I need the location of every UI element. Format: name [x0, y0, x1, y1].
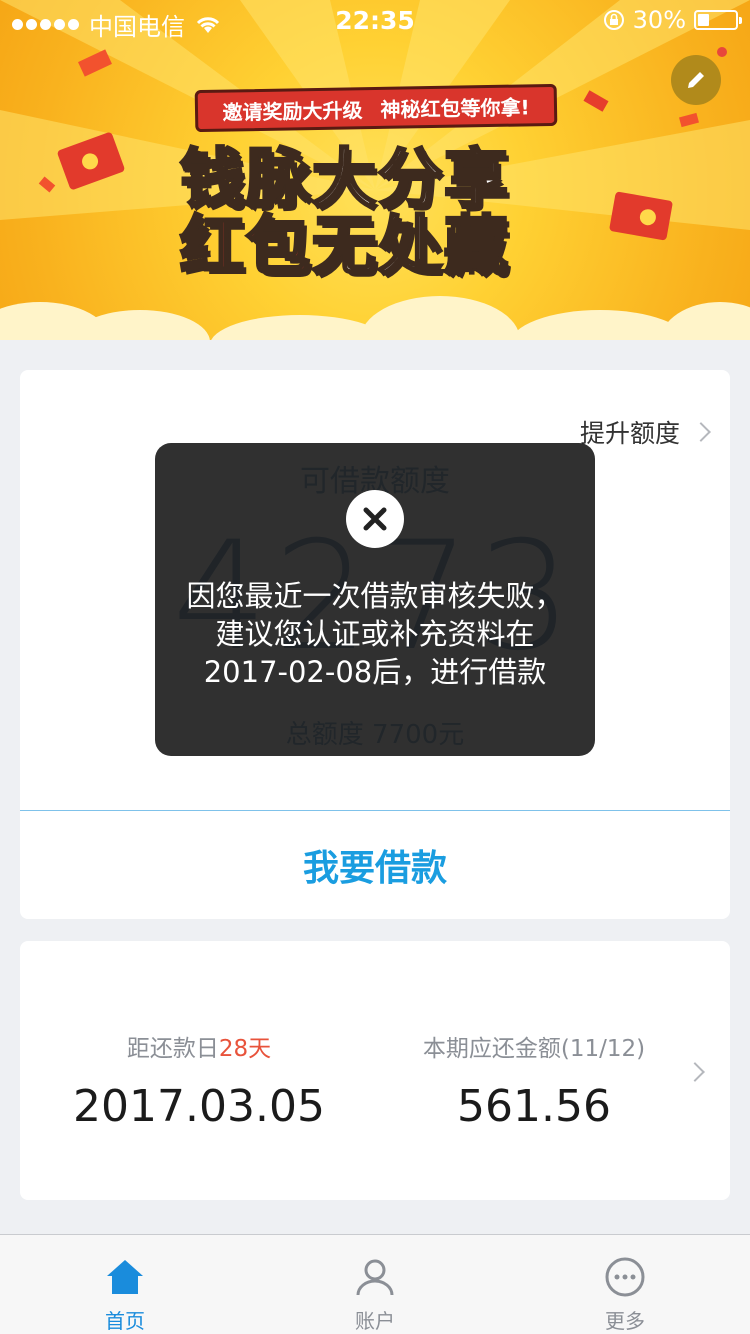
notification-dot	[717, 47, 727, 57]
toast-message: 因您最近一次借款审核失败，建议您认证或补充资料在2017-02-08后，进行借款	[186, 579, 564, 689]
due-date-label: 距还款日28天	[20, 1029, 378, 1063]
status-bar: 中国电信 22:35 30%	[0, 0, 750, 41]
tab-home-label: 首页	[105, 1309, 145, 1333]
error-toast: 因您最近一次借款审核失败，建议您认证或补充资料在2017-02-08后，进行借款	[155, 443, 595, 756]
due-label-prefix: 距还款日	[126, 1036, 219, 1062]
battery-icon	[694, 10, 742, 30]
raise-limit-link[interactable]: 提升额度	[579, 414, 711, 450]
promo-banner[interactable]: 邀请奖励大升级 神秘红包等你拿! 钱脉大分享 红包无处藏 中国电信 22:35 …	[0, 0, 750, 340]
amount-due-column: 本期应还金额(11/12) 561.56	[378, 1029, 730, 1132]
banner-clouds	[0, 296, 750, 340]
rotation-lock-icon	[603, 10, 624, 30]
raise-limit-label: 提升额度	[579, 419, 680, 448]
repayment-card[interactable]: 距还款日28天 2017.03.05 本期应还金额(11/12) 561.56	[20, 941, 730, 1200]
tab-more-label: 更多	[605, 1309, 645, 1333]
more-icon	[605, 1257, 645, 1297]
borrow-button[interactable]: 我要借款	[20, 811, 730, 919]
amount-due-label: 本期应还金额(11/12)	[422, 1036, 646, 1062]
due-date-value: 2017.03.05	[73, 1081, 325, 1132]
tab-account[interactable]: 账户	[250, 1235, 500, 1334]
battery-percent: 30%	[632, 6, 686, 34]
chevron-right-icon	[691, 422, 711, 442]
amount-due-value: 561.56	[457, 1081, 611, 1132]
toast-close-button[interactable]	[346, 490, 404, 548]
ribbon-text-right: 神秘红包等你拿!	[380, 94, 530, 122]
pencil-icon	[688, 72, 704, 88]
promo-ribbon: 邀请奖励大升级 神秘红包等你拿!	[194, 83, 558, 133]
close-icon	[363, 507, 387, 531]
tab-account-label: 账户	[355, 1309, 395, 1333]
edit-button[interactable]	[671, 55, 721, 105]
tab-more[interactable]: 更多	[500, 1235, 750, 1334]
due-date-column: 距还款日28天 2017.03.05	[20, 1029, 378, 1132]
tab-bar: 首页 账户 更多	[0, 1234, 750, 1334]
person-icon	[356, 1259, 394, 1296]
home-icon	[107, 1260, 143, 1294]
ribbon-text-left: 邀请奖励大升级	[222, 97, 363, 125]
due-days: 28天	[218, 1036, 272, 1062]
tab-home[interactable]: 首页	[0, 1235, 250, 1334]
